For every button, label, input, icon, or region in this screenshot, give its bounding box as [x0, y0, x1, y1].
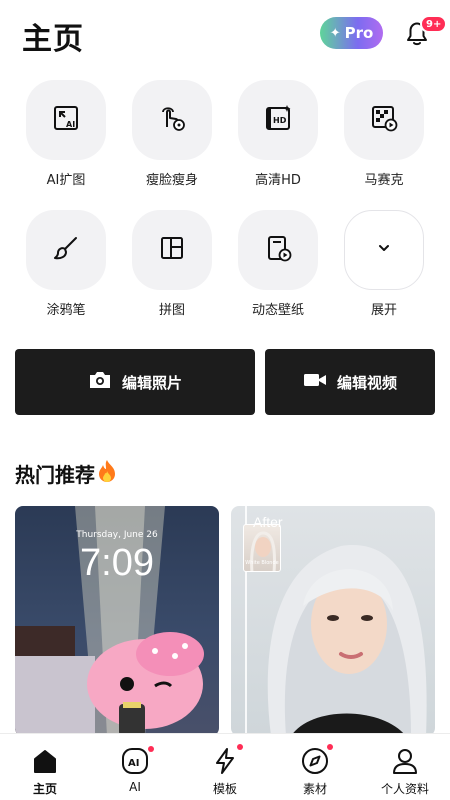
new-dot: [237, 744, 243, 750]
nav-item-profile[interactable]: 个人资料: [370, 746, 440, 797]
tool-label: 动态壁纸: [251, 303, 304, 318]
tool-tile: [344, 210, 424, 290]
ai-expand-icon: AI: [51, 103, 81, 137]
svg-text:AI: AI: [128, 758, 139, 769]
recommend-card-portrait[interactable]: White Blonde After: [231, 506, 435, 736]
tool-tile: [132, 210, 212, 290]
tool-tile: HD: [238, 80, 318, 160]
tool-collage[interactable]: 拼图: [132, 210, 212, 318]
tool-tile: AI: [26, 80, 106, 160]
new-dot: [327, 744, 333, 750]
bottom-nav: 主页 AI AI 模板 素材 个人资料: [0, 733, 450, 800]
edit-video-button[interactable]: 编辑视频: [265, 349, 435, 415]
section-title: 热门推荐: [15, 459, 117, 488]
tool-live-wallpaper[interactable]: 动态壁纸: [238, 210, 318, 318]
edit-video-label: 编辑视频: [336, 373, 397, 392]
tool-tile: [238, 210, 318, 290]
notification-badge: 9+: [420, 15, 448, 33]
chevron-down-icon: [374, 238, 394, 262]
tool-label: 展开: [370, 303, 397, 318]
pro-button[interactable]: ✦ Pro: [320, 17, 383, 49]
recommend-card-lockscreen[interactable]: Thursday, June 26 7:09: [15, 506, 219, 736]
nav-label: 主页: [32, 782, 57, 796]
svg-text:AI: AI: [66, 120, 75, 129]
nav-label: AI: [129, 780, 141, 794]
lockscreen-artwork: [15, 506, 204, 736]
tool-label: 高清HD: [255, 173, 301, 188]
tool-mosaic[interactable]: 马赛克: [344, 80, 424, 188]
thumb-caption: White Blonde: [245, 560, 279, 566]
ai-icon: AI: [100, 746, 170, 776]
lockscreen-time: 7:09: [80, 542, 154, 584]
nav-item-home[interactable]: 主页: [10, 746, 80, 797]
nav-item-ai[interactable]: AI AI: [100, 746, 170, 794]
tool-brush[interactable]: 涂鸦笔: [26, 210, 106, 318]
compass-icon: [280, 744, 350, 776]
new-dot: [148, 746, 154, 752]
tool-hd[interactable]: HD 高清HD: [238, 80, 318, 188]
tool-label: 马赛克: [364, 173, 404, 188]
fire-icon: [97, 459, 117, 488]
tool-label: 涂鸦笔: [46, 303, 86, 318]
edit-photo-label: 编辑照片: [121, 373, 182, 392]
tool-slim[interactable]: 瘦脸瘦身: [132, 80, 212, 188]
tool-ai-expand[interactable]: AI AI扩图: [26, 80, 106, 188]
video-camera-icon: [303, 371, 327, 393]
pro-label: Pro: [344, 24, 374, 42]
tool-expand-more[interactable]: 展开: [344, 210, 424, 318]
camera-icon: [88, 370, 112, 394]
page-title: 主页: [22, 22, 84, 57]
section-title-text: 热门推荐: [15, 463, 95, 487]
lockscreen-date: Thursday, June 26: [76, 530, 158, 540]
mosaic-icon: [369, 103, 399, 137]
tool-tile: [344, 80, 424, 160]
live-wallpaper-icon: [263, 233, 293, 267]
nav-label: 模板: [212, 782, 237, 796]
tool-tile: [132, 80, 212, 160]
nav-label: 素材: [302, 782, 327, 796]
svg-text:HD: HD: [273, 116, 287, 125]
collage-icon: [157, 233, 187, 267]
sparkle-icon: ✦: [329, 25, 341, 41]
nav-item-templates[interactable]: 模板: [190, 744, 260, 797]
tool-label: 瘦脸瘦身: [145, 173, 198, 188]
nav-item-materials[interactable]: 素材: [280, 744, 350, 797]
tool-tile: [26, 210, 106, 290]
profile-icon: [370, 746, 440, 776]
brush-icon: [51, 233, 81, 267]
slim-touch-icon: [157, 103, 187, 137]
app-header: 主页 ✦ Pro 9+: [0, 0, 450, 70]
nav-label: 个人资料: [380, 782, 429, 796]
tool-label: 拼图: [158, 303, 185, 318]
tool-label: AI扩图: [46, 173, 86, 188]
lightning-icon: [190, 744, 260, 776]
hd-enhance-icon: HD: [263, 103, 293, 137]
home-icon: [10, 746, 80, 776]
after-label: After: [253, 514, 283, 530]
edit-photo-button[interactable]: 编辑照片: [15, 349, 255, 415]
